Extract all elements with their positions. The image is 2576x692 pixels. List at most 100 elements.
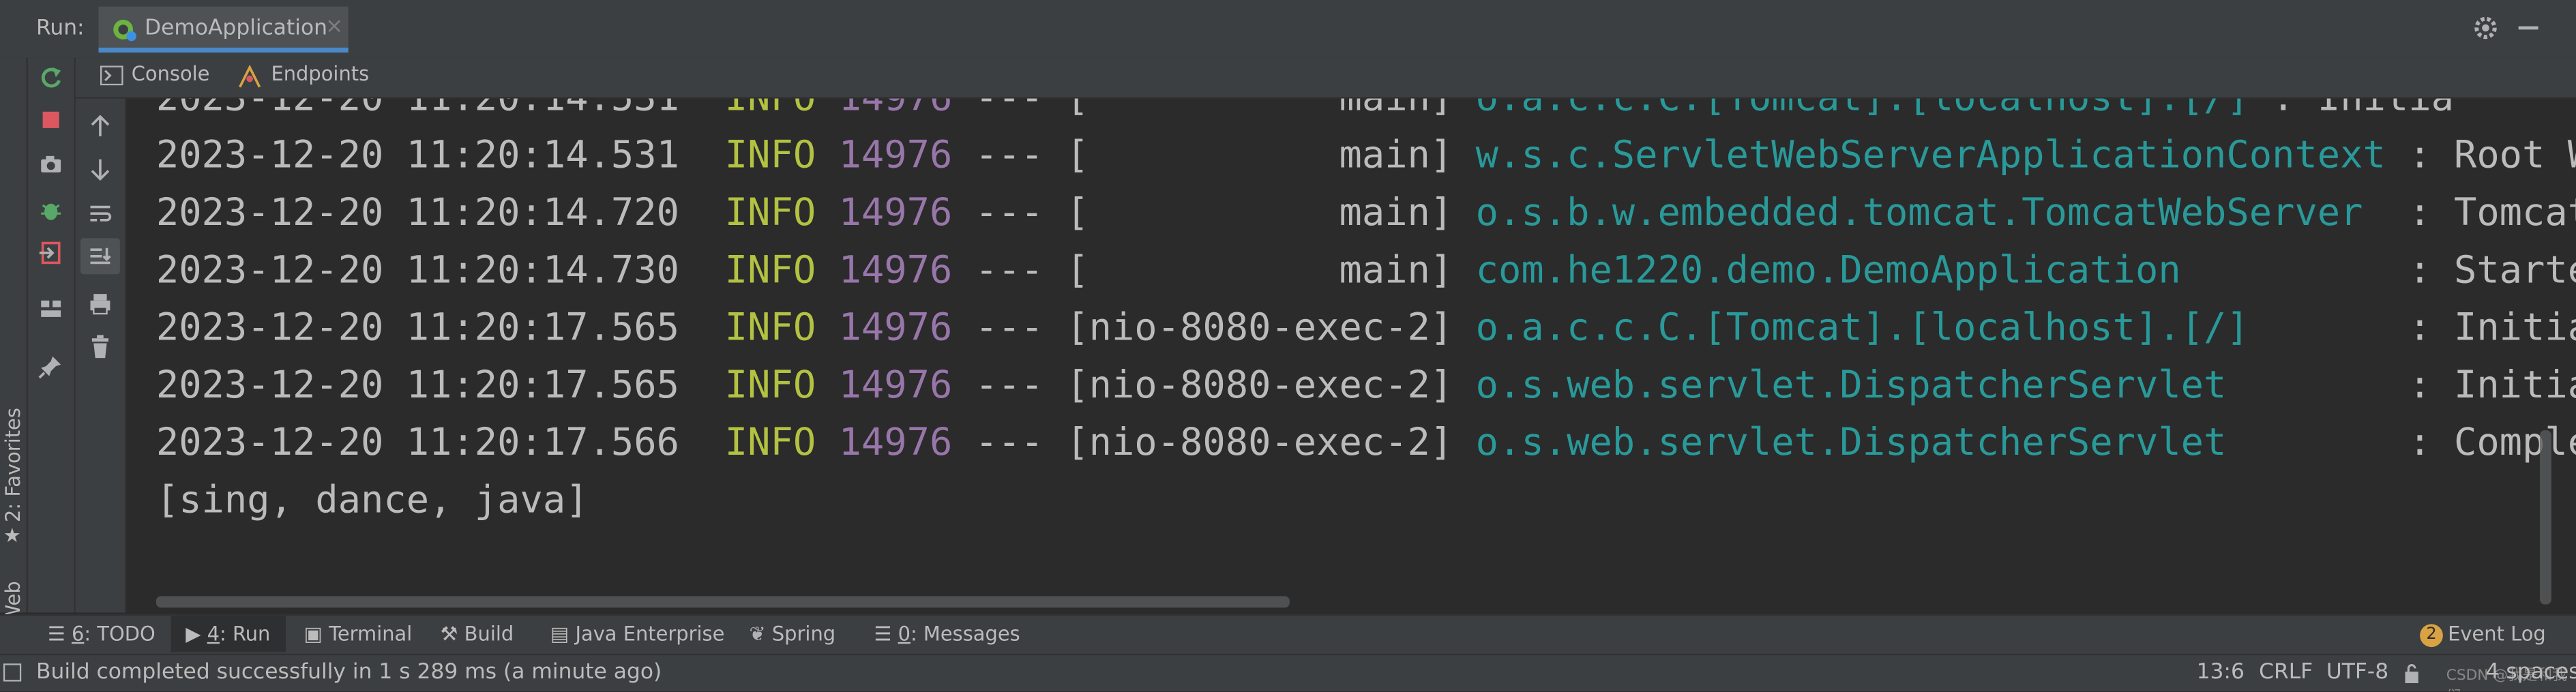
terminal-icon: ▣ bbox=[304, 622, 329, 646]
log-level: INFO bbox=[724, 250, 816, 292]
hammer-icon: ⚒ bbox=[440, 622, 464, 646]
java-enterprise-label: Java Enterprise bbox=[575, 622, 725, 646]
log-line: 2023-12-20 11:20:14.531 INFO 14976 --- [… bbox=[156, 128, 2576, 185]
terminal-label: Terminal bbox=[329, 622, 413, 646]
line-separator[interactable]: CRLF bbox=[2259, 660, 2313, 685]
log-message: : Starte bbox=[2408, 250, 2576, 292]
log-pid: 14976 bbox=[838, 192, 953, 235]
lock-icon[interactable] bbox=[2403, 663, 2420, 684]
stop-icon[interactable] bbox=[38, 107, 64, 134]
todo-label: : TODO bbox=[84, 622, 156, 646]
tab-console[interactable]: Console bbox=[132, 63, 210, 86]
log-logger[interactable]: w.s.c.ServletWebServerApplicationContext bbox=[1476, 135, 2386, 178]
caret-position[interactable]: 13:6 bbox=[2197, 660, 2245, 685]
log-timestamp: 2023-12-20 11:20:14.720 bbox=[156, 192, 680, 235]
log-separator: --- bbox=[975, 134, 1043, 178]
indent-setting[interactable]: 4 spaces bbox=[2486, 660, 2576, 685]
run-icon: ▶ bbox=[186, 622, 207, 646]
log-level: INFO bbox=[724, 422, 816, 465]
log-logger[interactable]: o.s.web.servlet.DispatcherServlet bbox=[1476, 365, 2386, 408]
tool-spring[interactable]: ❦ Spring bbox=[749, 622, 835, 646]
close-tab-icon[interactable]: × bbox=[325, 15, 343, 40]
file-encoding[interactable]: UTF-8 bbox=[2326, 660, 2388, 685]
tool-todo[interactable]: ☰ 6: TODO bbox=[48, 622, 156, 646]
endpoints-icon bbox=[239, 64, 261, 88]
ide-run-window: Run: DemoApplication × 2: Favorites ★ We… bbox=[0, 0, 2576, 692]
status-box-icon[interactable] bbox=[3, 663, 22, 682]
log-level: INFO bbox=[725, 99, 816, 120]
run-number: 4 bbox=[207, 622, 220, 646]
horizontal-scrollbar[interactable] bbox=[156, 596, 1290, 608]
pin-icon[interactable] bbox=[38, 353, 64, 380]
log-timestamp: 2023-12-20 11:20:14.531 bbox=[156, 99, 679, 120]
status-bar: Build completed successfully in 1 s 289 … bbox=[0, 653, 2576, 692]
exit-icon[interactable] bbox=[38, 240, 64, 267]
layout-icon[interactable] bbox=[38, 296, 64, 322]
todo-number: 6 bbox=[71, 622, 85, 646]
log-message: : Initia bbox=[2272, 99, 2454, 120]
up-arrow-icon[interactable] bbox=[87, 113, 114, 140]
tool-java-enterprise[interactable]: ▤ Java Enterprise bbox=[550, 622, 724, 646]
log-separator: --- bbox=[975, 99, 1043, 120]
soft-wrap-icon[interactable] bbox=[87, 200, 114, 227]
tool-event-log[interactable]: Event Log bbox=[2448, 622, 2546, 646]
tool-terminal[interactable]: ▣ Terminal bbox=[304, 622, 413, 646]
log-message: : Tomcat bbox=[2408, 192, 2576, 235]
console-output[interactable]: 2023-12-20 11:20:14.531 INFO 14976 --- [… bbox=[126, 98, 2576, 612]
log-pid: 14976 bbox=[838, 422, 953, 465]
java-enterprise-icon: ▤ bbox=[550, 622, 576, 646]
messages-number: 0 bbox=[898, 622, 911, 646]
console-icon bbox=[100, 65, 123, 86]
log-logger[interactable]: o.a.c.c.C.[Tomcat].[localhost].[/] bbox=[1476, 307, 2386, 350]
status-message[interactable]: Build completed successfully in 1 s 289 … bbox=[36, 660, 662, 685]
run-tool-label: : Run bbox=[220, 622, 271, 646]
spring-boot-icon bbox=[113, 19, 136, 42]
scroll-to-end-button[interactable] bbox=[80, 238, 120, 275]
run-titlebar: Run: DemoApplication × bbox=[0, 0, 2576, 59]
log-pid: 14976 bbox=[838, 364, 953, 408]
vertical-scrollbar[interactable] bbox=[2540, 430, 2551, 605]
log-thread: [ main] bbox=[1066, 99, 1453, 120]
rerun-icon[interactable] bbox=[38, 64, 64, 91]
log-line: 2023-12-20 11:20:14.720 INFO 14976 --- [… bbox=[156, 185, 2576, 243]
log-line: 2023-12-20 11:20:14.531 INFO 14976 --- [… bbox=[156, 99, 2454, 128]
log-line: 2023-12-20 11:20:17.565 INFO 14976 --- [… bbox=[156, 358, 2576, 415]
print-icon[interactable] bbox=[87, 290, 114, 317]
log-separator: --- bbox=[975, 422, 1043, 465]
log-separator: --- bbox=[975, 192, 1043, 235]
log-logger[interactable]: o.s.web.servlet.DispatcherServlet bbox=[1476, 422, 2386, 465]
trash-icon[interactable] bbox=[87, 333, 114, 360]
tool-build[interactable]: ⚒ Build bbox=[441, 622, 514, 646]
log-pid: 14976 bbox=[838, 307, 953, 350]
log-thread: [ main] bbox=[1066, 192, 1453, 235]
log-line: 2023-12-20 11:20:17.565 INFO 14976 --- [… bbox=[156, 301, 2576, 358]
spring-label: Spring bbox=[771, 622, 836, 646]
tool-messages[interactable]: ☰ 0: Messages bbox=[874, 622, 1020, 646]
log-level: INFO bbox=[724, 134, 816, 178]
favorites-tab[interactable]: 2: Favorites bbox=[1, 408, 25, 522]
run-tab-demoapplication[interactable]: DemoApplication × bbox=[98, 6, 349, 53]
log-timestamp: 2023-12-20 11:20:17.565 bbox=[156, 364, 680, 408]
log-level: INFO bbox=[724, 364, 816, 408]
log-separator: --- bbox=[975, 307, 1043, 350]
camera-icon[interactable] bbox=[38, 151, 64, 178]
tool-run[interactable]: ▶ 4: Run bbox=[171, 616, 286, 652]
gear-icon[interactable] bbox=[2472, 15, 2499, 42]
log-logger[interactable]: o.a.c.c.C.[Tomcat].[localhost].[/] bbox=[1476, 99, 2249, 120]
debug-icon[interactable] bbox=[38, 197, 64, 224]
run-toolbar bbox=[27, 57, 76, 613]
run-label: Run: bbox=[35, 16, 85, 42]
minimize-icon[interactable] bbox=[2518, 26, 2538, 30]
log-logger[interactable]: o.s.b.w.embedded.tomcat.TomcatWebServer bbox=[1476, 192, 2386, 235]
log-message: : Initia bbox=[2408, 364, 2576, 408]
list-icon: ☰ bbox=[47, 622, 72, 646]
log-level: INFO bbox=[724, 307, 816, 350]
tab-endpoints[interactable]: Endpoints bbox=[271, 63, 369, 86]
log-timestamp: 2023-12-20 11:20:17.566 bbox=[156, 422, 680, 465]
messages-label: : Messages bbox=[911, 622, 1020, 646]
build-label: Build bbox=[464, 622, 514, 646]
log-thread: [nio-8080-exec-2] bbox=[1066, 307, 1453, 350]
star-icon: ★ bbox=[3, 524, 21, 547]
log-logger[interactable]: com.he1220.demo.DemoApplication bbox=[1476, 250, 2386, 292]
down-arrow-icon[interactable] bbox=[87, 156, 114, 183]
